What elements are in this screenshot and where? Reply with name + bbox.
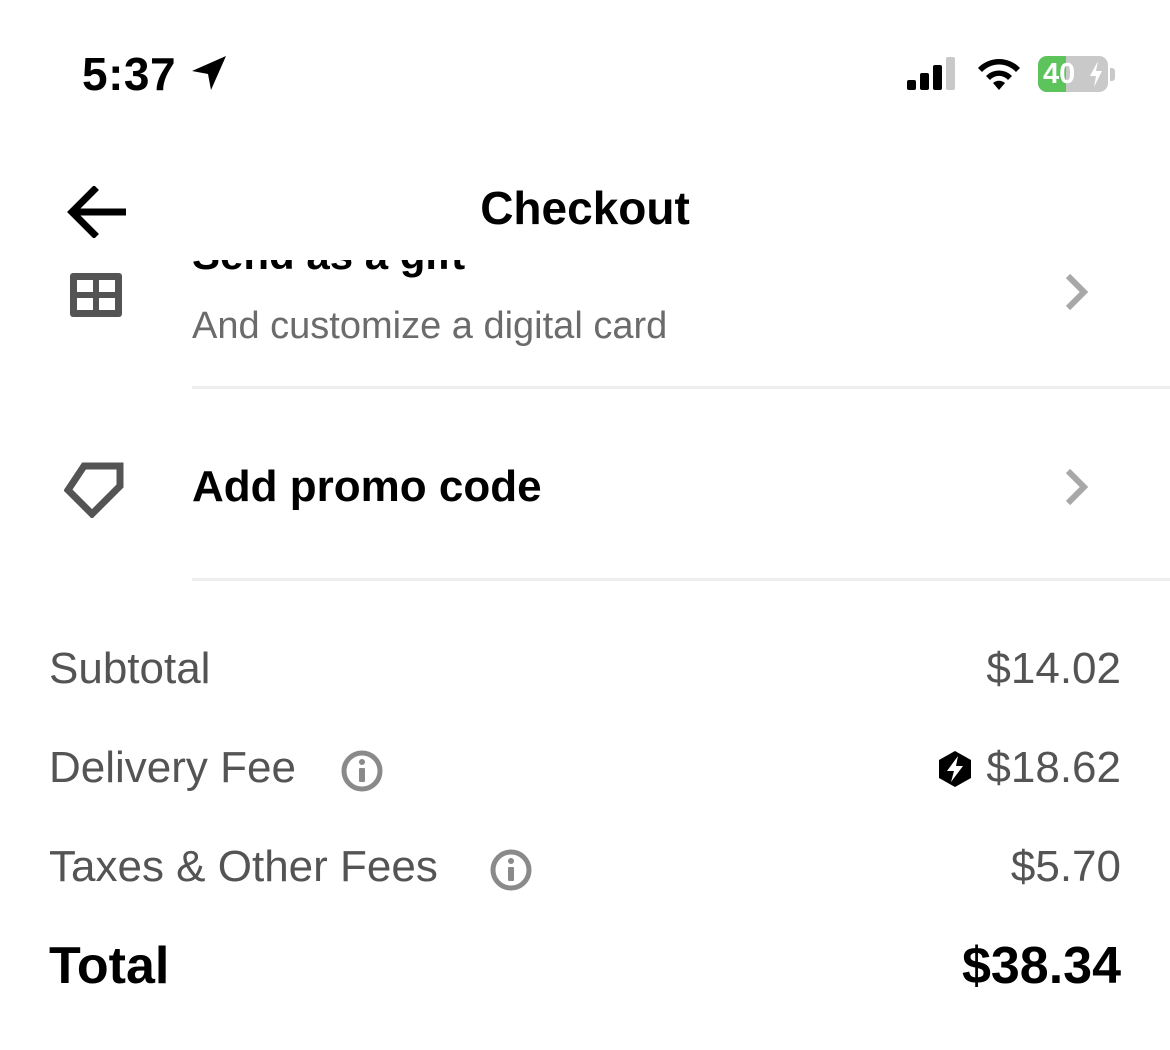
gift-subtitle: And customize a digital card <box>192 305 668 347</box>
chevron-right-icon <box>1065 468 1089 506</box>
tag-icon <box>64 462 124 518</box>
taxes-fees-value: $5.70 <box>1010 842 1121 891</box>
promo-code-label: Add promo code <box>192 462 542 511</box>
page-title: Checkout <box>480 182 690 234</box>
delivery-fee-value: $18.62 <box>986 743 1121 792</box>
battery-indicator: 40 <box>1038 56 1108 92</box>
info-icon[interactable] <box>340 749 384 793</box>
battery-charging-icon <box>1090 61 1102 87</box>
subtotal-value: $14.02 <box>986 644 1121 693</box>
battery-nub <box>1110 68 1115 81</box>
gift-grid-icon <box>70 273 122 317</box>
gift-title-clip: Send as a gift <box>192 260 692 278</box>
status-time: 5:37 <box>82 48 177 100</box>
delivery-fee-label: Delivery Fee <box>49 743 296 792</box>
add-promo-code-row[interactable] <box>0 420 1170 560</box>
gift-title: Send as a gift <box>192 260 465 278</box>
uber-one-bolt-icon <box>939 751 971 787</box>
total-label: Total <box>49 937 170 995</box>
subtotal-label: Subtotal <box>49 644 211 693</box>
divider <box>192 386 1170 389</box>
taxes-fees-label: Taxes & Other Fees <box>49 842 438 891</box>
cellular-signal-icon <box>907 57 955 90</box>
info-icon[interactable] <box>489 848 533 892</box>
total-value: $38.34 <box>961 937 1121 995</box>
location-arrow-icon <box>192 56 226 90</box>
battery-percent: 40 <box>1043 58 1076 90</box>
wifi-icon <box>978 59 1020 90</box>
chevron-right-icon <box>1065 273 1089 311</box>
divider <box>192 578 1170 581</box>
